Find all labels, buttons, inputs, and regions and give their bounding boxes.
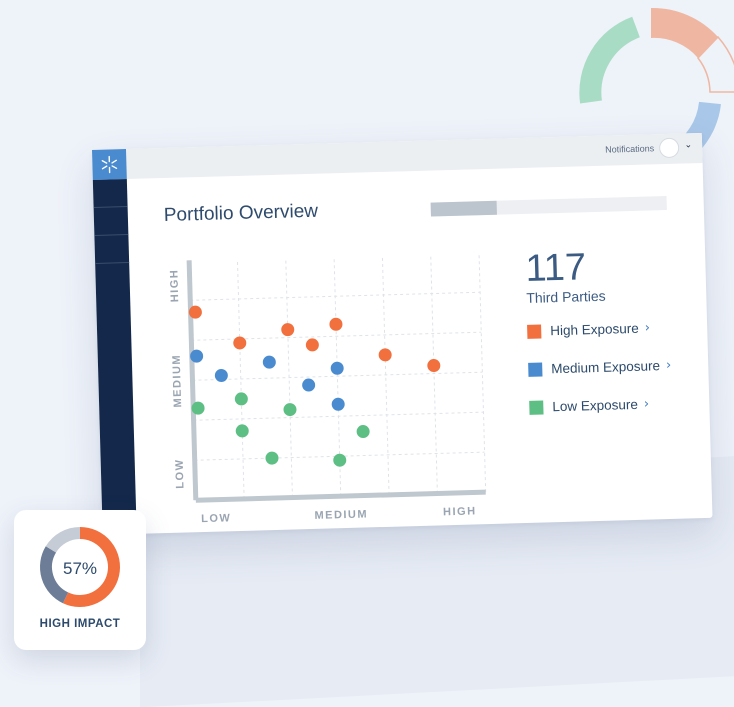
- app-logo[interactable]: [92, 149, 127, 180]
- top-bar: Notifications ⌄: [92, 133, 703, 180]
- grid-line-horizontal: [190, 292, 480, 300]
- legend-item-low-exposure[interactable]: Low Exposure ›: [529, 397, 649, 415]
- sidebar-item-3[interactable]: [94, 235, 129, 264]
- y-axis-line: [189, 260, 196, 500]
- data-point-low-exposure: [265, 451, 278, 464]
- data-point-high-exposure: [233, 336, 246, 349]
- data-point-medium-exposure: [215, 369, 228, 382]
- data-point-medium-exposure: [331, 362, 344, 375]
- data-point-low-exposure: [283, 403, 296, 416]
- third-party-count: 117: [525, 248, 587, 288]
- data-point-low-exposure: [236, 424, 249, 437]
- legend-item-medium-exposure[interactable]: Medium Exposure ›: [528, 358, 671, 377]
- legend-swatch-medium: [528, 362, 542, 376]
- x-tick-label: LOW: [201, 512, 231, 525]
- sidebar-item-1[interactable]: [93, 179, 128, 208]
- progress-bar: [431, 196, 667, 217]
- sidebar-item-2[interactable]: [94, 207, 129, 236]
- data-point-low-exposure: [235, 392, 248, 405]
- impact-card: 57% HIGH IMPACT: [14, 510, 146, 650]
- legend-label-medium: Medium Exposure: [551, 358, 660, 376]
- avatar[interactable]: [660, 139, 678, 157]
- chevron-right-icon: ›: [666, 358, 672, 373]
- impact-label: HIGH IMPACT: [14, 618, 146, 630]
- impact-percent: 57%: [14, 559, 146, 579]
- grid-line-horizontal: [194, 412, 484, 420]
- impact-donut-segment-low: [51, 533, 80, 549]
- data-point-high-exposure: [378, 348, 391, 361]
- data-point-low-exposure: [356, 425, 369, 438]
- exposure-scatter-chart: LOW MEDIUM HIGH LOW MEDIUM HIGH: [157, 247, 495, 531]
- chevron-right-icon: ›: [644, 397, 650, 412]
- data-point-low-exposure: [333, 454, 346, 467]
- data-point-medium-exposure: [302, 378, 315, 391]
- legend-label-low: Low Exposure: [552, 397, 638, 414]
- data-point-high-exposure: [329, 318, 342, 331]
- sidebar: [93, 179, 137, 535]
- legend-swatch-high: [527, 324, 541, 338]
- third-party-count-label: Third Parties: [526, 288, 606, 306]
- notifications-link[interactable]: Notifications: [605, 143, 654, 154]
- data-point-high-exposure: [281, 323, 294, 336]
- legend-label-high: High Exposure: [550, 321, 639, 338]
- ring-segment-green: [590, 27, 636, 102]
- data-point-medium-exposure: [332, 398, 345, 411]
- y-tick-label: MEDIUM: [171, 354, 184, 408]
- legend-item-high-exposure[interactable]: High Exposure ›: [527, 320, 650, 338]
- ring-segment-orange: [651, 8, 718, 58]
- page-title: Portfolio Overview: [164, 201, 319, 227]
- y-tick-label: HIGH: [168, 269, 181, 303]
- legend-swatch-low: [529, 400, 543, 414]
- app-window: Notifications ⌄ Portfolio Overview LOW ME…: [92, 133, 713, 535]
- data-point-high-exposure: [306, 338, 319, 351]
- x-tick-label: MEDIUM: [314, 508, 368, 521]
- y-tick-label: LOW: [174, 458, 187, 488]
- chevron-right-icon: ›: [645, 320, 651, 335]
- x-tick-label: HIGH: [443, 505, 477, 518]
- snowflake-logo-icon: [99, 154, 120, 175]
- progress-bar-fill: [431, 201, 497, 217]
- data-point-high-exposure: [427, 359, 440, 372]
- data-point-medium-exposure: [263, 355, 276, 368]
- chevron-down-icon[interactable]: ⌄: [684, 139, 692, 150]
